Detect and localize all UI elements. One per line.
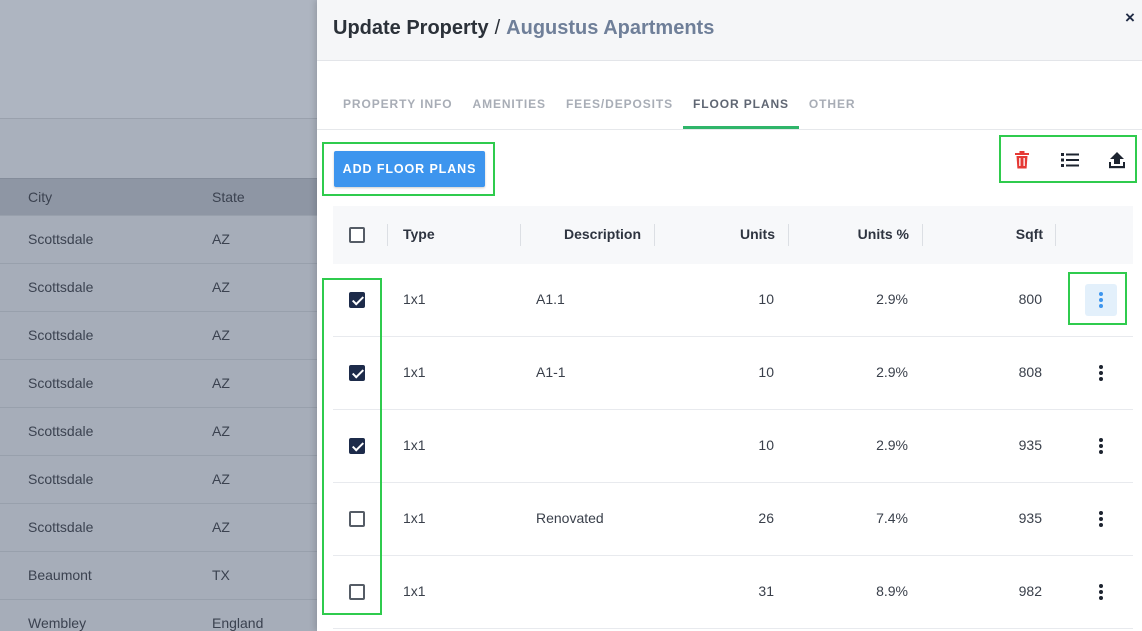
- city-cell: Wembley: [28, 615, 87, 631]
- city-cell: Scottsdale: [28, 231, 94, 247]
- city-cell: Scottsdale: [28, 327, 94, 343]
- row-actions-menu-icon[interactable]: [1085, 430, 1117, 462]
- units-pct-cell: 2.9%: [876, 364, 908, 380]
- description-cell: A1-1: [536, 364, 566, 380]
- state-cell: TX: [212, 567, 230, 583]
- panel-header: Update Property / Augustus Apartments ×: [317, 0, 1142, 61]
- table-row[interactable]: 1x1 Renovated 26 7.4% 935: [333, 483, 1133, 556]
- background-header: [0, 0, 317, 118]
- sqft-cell: 982: [1018, 583, 1042, 599]
- tab-floor-plans[interactable]: FLOOR PLANS: [683, 85, 799, 129]
- panel-title-text: Update Property: [333, 17, 489, 39]
- update-property-panel: Update Property / Augustus Apartments × PR…: [317, 0, 1142, 631]
- add-button-highlight: ADD FLOOR PLANS: [322, 142, 495, 196]
- units-cell: 26: [758, 510, 774, 526]
- row-actions-menu-icon[interactable]: [1085, 503, 1117, 535]
- table-row[interactable]: 1x1 31 8.9% 982: [333, 556, 1133, 629]
- list-icon[interactable]: [1059, 149, 1081, 171]
- table-body: 1x1 A1.1 10 2.9% 800 1x1 A1-1 10 2.9% 808 1x1 10 2.9…: [333, 264, 1133, 629]
- units-cell: 10: [758, 437, 774, 453]
- row-menu-highlight: [1068, 272, 1127, 325]
- sqft-cell: 935: [1018, 510, 1042, 526]
- background-row: Beaumont TX: [0, 551, 317, 599]
- type-column-header[interactable]: Type: [403, 226, 435, 242]
- city-cell: Beaumont: [28, 567, 92, 583]
- trash-icon[interactable]: [1011, 149, 1033, 171]
- background-row: Scottsdale AZ: [0, 407, 317, 455]
- toolbar-icons-highlight: [999, 135, 1137, 183]
- city-column-header: City: [28, 189, 53, 205]
- description-cell: Renovated: [536, 510, 604, 526]
- units-pct-column-header[interactable]: Units %: [858, 226, 909, 242]
- row-actions-menu-icon[interactable]: [1085, 576, 1117, 608]
- city-cell: Scottsdale: [28, 279, 94, 295]
- sqft-cell: 935: [1018, 437, 1042, 453]
- page-title: Update Property / Augustus Apartments: [333, 17, 714, 40]
- background-row: Scottsdale AZ: [0, 455, 317, 503]
- city-cell: Scottsdale: [28, 519, 94, 535]
- type-cell: 1x1: [403, 364, 426, 380]
- tab-other[interactable]: OTHER: [799, 85, 866, 129]
- description-cell: A1.1: [536, 291, 565, 307]
- tab-property-info[interactable]: PROPERTY INFO: [333, 85, 463, 129]
- state-cell: AZ: [212, 231, 230, 247]
- background-row: Scottsdale AZ: [0, 503, 317, 551]
- city-cell: Scottsdale: [28, 471, 94, 487]
- units-cell: 10: [758, 364, 774, 380]
- units-column-header[interactable]: Units: [740, 226, 775, 242]
- table-row[interactable]: 1x1 10 2.9% 935: [333, 410, 1133, 483]
- background-row: Scottsdale AZ: [0, 263, 317, 311]
- background-row: Scottsdale AZ: [0, 215, 317, 263]
- city-cell: Scottsdale: [28, 375, 94, 391]
- city-cell: Scottsdale: [28, 423, 94, 439]
- state-cell: AZ: [212, 423, 230, 439]
- background-row: Scottsdale AZ: [0, 359, 317, 407]
- background-table-header: City State: [0, 178, 317, 215]
- state-cell: AZ: [212, 471, 230, 487]
- type-cell: 1x1: [403, 583, 426, 599]
- table-header: Type Description Units Units % Sqft: [333, 206, 1133, 264]
- sqft-column-header[interactable]: Sqft: [1016, 226, 1043, 242]
- title-separator: /: [494, 17, 501, 39]
- units-cell: 10: [758, 291, 774, 307]
- background-row: Scottsdale AZ: [0, 311, 317, 359]
- checkbox-column-highlight: [322, 278, 382, 615]
- type-cell: 1x1: [403, 291, 426, 307]
- tab-fees-deposits[interactable]: FEES/DEPOSITS: [556, 85, 683, 129]
- tabs-divider: [317, 129, 1142, 130]
- sqft-cell: 800: [1018, 291, 1042, 307]
- state-cell: AZ: [212, 327, 230, 343]
- table-row[interactable]: 1x1 A1-1 10 2.9% 808: [333, 337, 1133, 410]
- state-column-header: State: [212, 189, 245, 205]
- property-name: Augustus Apartments: [506, 17, 715, 39]
- background-toolbar: [0, 118, 317, 178]
- add-floor-plans-button[interactable]: ADD FLOOR PLANS: [334, 151, 485, 187]
- close-icon[interactable]: ×: [1122, 9, 1138, 26]
- state-cell: England: [212, 615, 264, 631]
- state-cell: AZ: [212, 279, 230, 295]
- units-pct-cell: 8.9%: [876, 583, 908, 599]
- state-cell: AZ: [212, 519, 230, 535]
- upload-icon[interactable]: [1106, 149, 1128, 171]
- table-row[interactable]: 1x1 A1.1 10 2.9% 800: [333, 264, 1133, 337]
- type-cell: 1x1: [403, 437, 426, 453]
- background-row: Wembley England: [0, 599, 317, 631]
- description-column-header[interactable]: Description: [564, 226, 641, 242]
- type-cell: 1x1: [403, 510, 426, 526]
- state-cell: AZ: [212, 375, 230, 391]
- units-pct-cell: 2.9%: [876, 291, 908, 307]
- tab-bar: PROPERTY INFO AMENITIES FEES/DEPOSITS FL…: [333, 85, 865, 129]
- row-actions-menu-icon[interactable]: [1085, 357, 1117, 389]
- background-page: City State Scottsdale AZ Scottsdale AZ Scott…: [0, 0, 317, 631]
- units-cell: 31: [758, 583, 774, 599]
- units-pct-cell: 7.4%: [876, 510, 908, 526]
- tab-amenities[interactable]: AMENITIES: [463, 85, 556, 129]
- floor-plans-table: Type Description Units Units % Sqft 1x1 A…: [333, 206, 1133, 629]
- units-pct-cell: 2.9%: [876, 437, 908, 453]
- sqft-cell: 808: [1018, 364, 1042, 380]
- select-all-checkbox[interactable]: [349, 227, 365, 243]
